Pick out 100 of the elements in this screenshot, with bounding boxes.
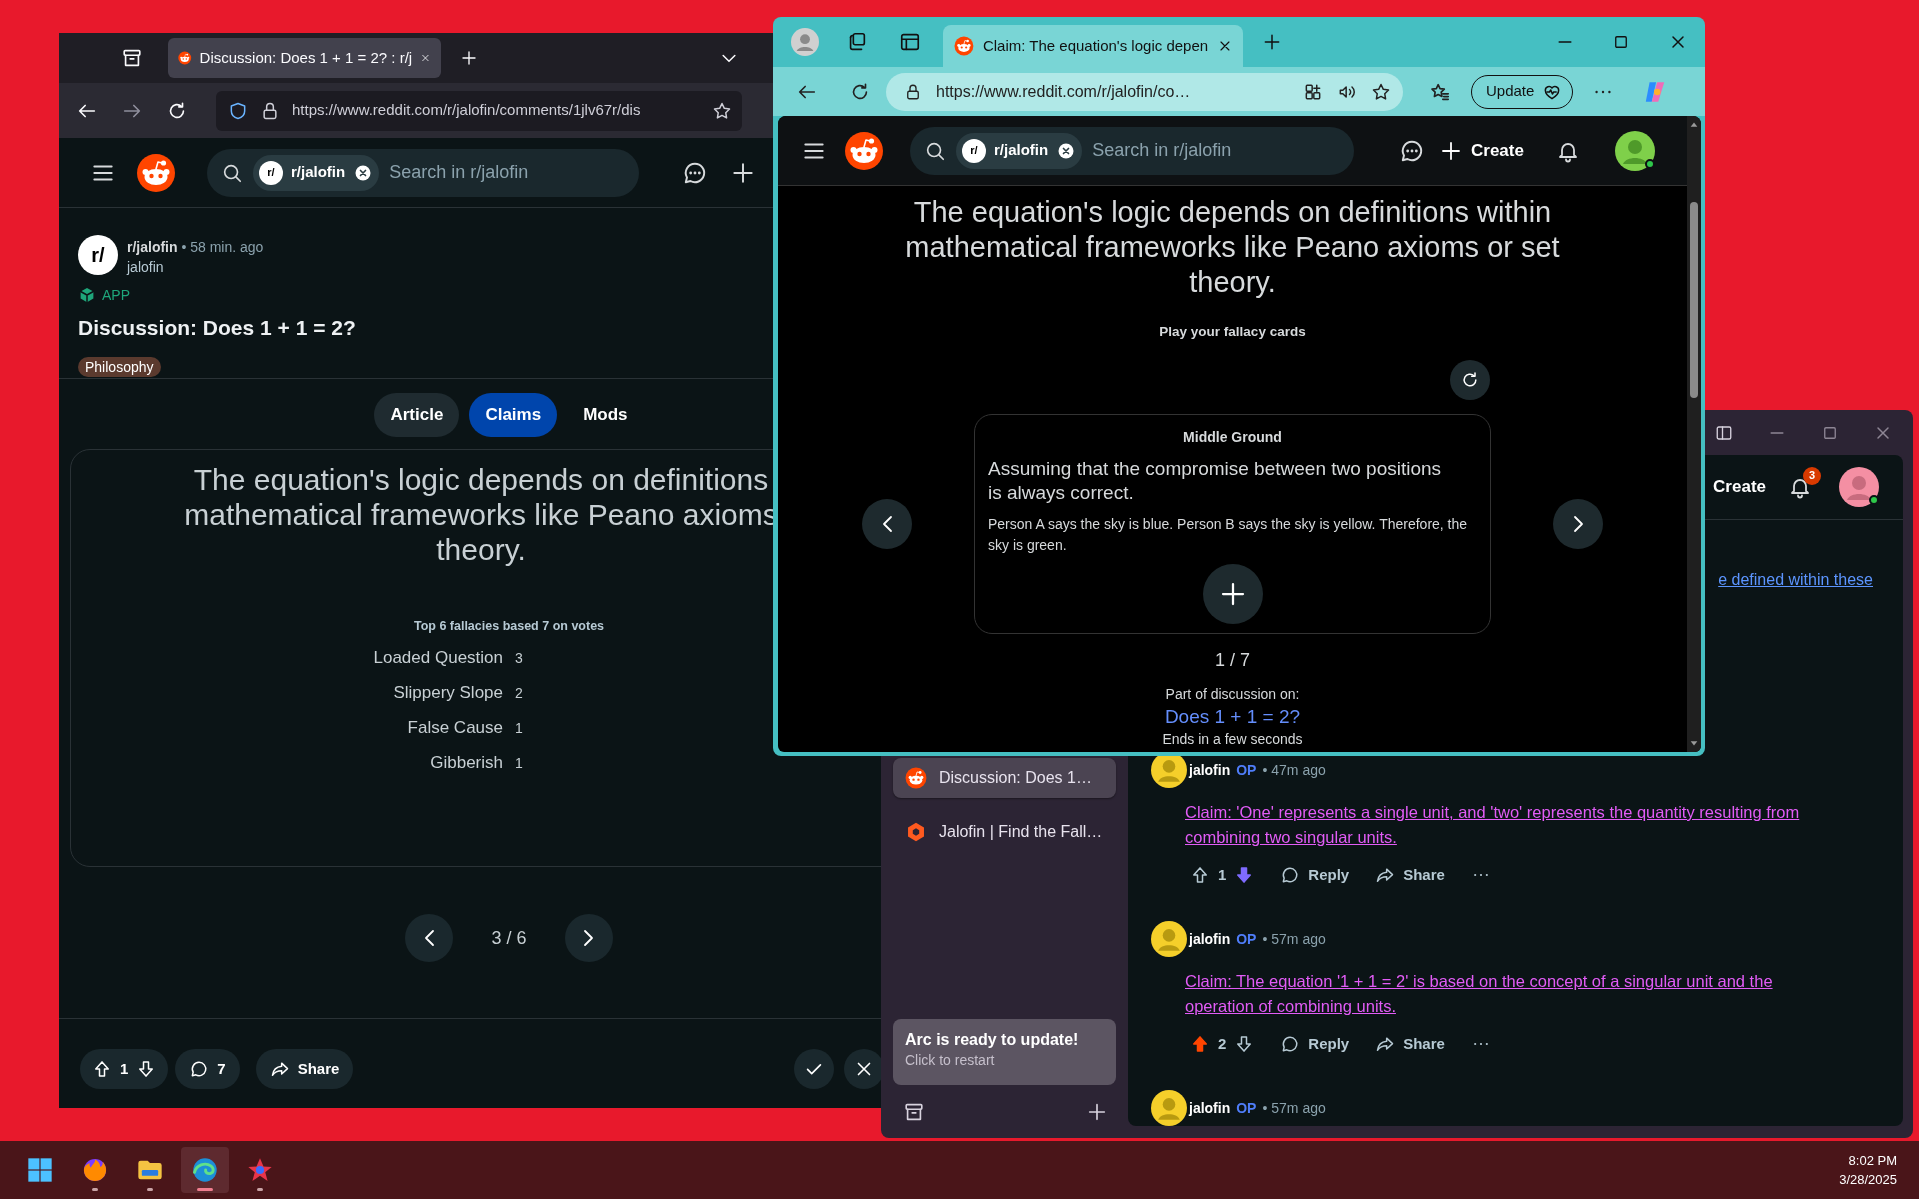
update-title: Arc is ready to update! xyxy=(905,1030,1080,1050)
view-tab[interactable]: Mods xyxy=(567,393,644,437)
hexagon-icon xyxy=(905,821,927,843)
view-tab[interactable]: Claims xyxy=(469,393,558,437)
refresh-button[interactable] xyxy=(1450,360,1490,401)
discussion-label: Part of discussion on: xyxy=(1164,685,1301,705)
vote-count: 1 xyxy=(120,1058,129,1079)
community-avatar: r/ xyxy=(259,160,283,185)
create-button[interactable]: Create xyxy=(1713,474,1766,500)
clock-date: 3/28/2025 xyxy=(1839,1171,1897,1189)
upvote-icon[interactable] xyxy=(92,1059,112,1079)
mascot-logo[interactable] xyxy=(844,130,884,171)
fallacy-count: 3 xyxy=(515,648,523,668)
bookmark-star-icon[interactable] xyxy=(712,100,732,121)
flair-tag[interactable]: Philosophy xyxy=(78,357,161,377)
prompt-text: Play your fallacy cards xyxy=(1158,323,1307,341)
reply-button[interactable]: Reply xyxy=(1280,1032,1350,1056)
mascot-logo[interactable] xyxy=(136,152,176,193)
online-dot xyxy=(1869,495,1879,505)
fallacy-count: 2 xyxy=(515,683,523,703)
new-tab-icon[interactable] xyxy=(1086,1101,1108,1123)
author-name[interactable]: jalofin xyxy=(1189,928,1231,950)
author-name[interactable]: jalofin xyxy=(1189,1097,1231,1119)
author-name[interactable]: jalofin xyxy=(127,257,264,277)
upvote-icon[interactable] xyxy=(1190,865,1210,885)
scroll-down-icon[interactable] xyxy=(1689,738,1699,748)
archive-icon[interactable] xyxy=(903,1101,925,1123)
tab-list-icon[interactable] xyxy=(121,47,143,69)
community-chip[interactable]: r/ r/jalofin xyxy=(253,154,380,191)
fallacy-count: 1 xyxy=(515,753,523,773)
app-label: APP xyxy=(102,285,130,305)
fallacy-name: Slippery Slope xyxy=(393,681,503,704)
share-button[interactable]: Share xyxy=(1375,863,1445,887)
new-tab-icon[interactable] xyxy=(1262,32,1282,52)
update-card[interactable]: Arc is ready to update! Click to restart xyxy=(893,1019,1116,1085)
scroll-up-icon[interactable] xyxy=(1689,120,1699,130)
fallacy-name: Gibberish xyxy=(430,751,503,774)
shield-icon xyxy=(228,100,248,121)
maximize-icon[interactable] xyxy=(1612,33,1630,51)
comments-button[interactable]: 7 xyxy=(175,1049,240,1089)
scrollbar-thumb[interactable] xyxy=(1690,202,1698,398)
post-title: Discussion: Does 1 + 1 = 2? xyxy=(78,315,357,341)
fallacy-example: Person A says the sky is blue. Person B says the sky is yellow. Therefore, the sky is green. xyxy=(988,515,1469,556)
remove-button[interactable] xyxy=(844,1049,884,1089)
create-button[interactable]: Create xyxy=(1439,137,1524,164)
page-indicator: 3 / 6 xyxy=(491,926,527,950)
claim-link[interactable]: e defined within these xyxy=(1718,571,1873,588)
community-avatar: r/ xyxy=(962,138,986,163)
address-bar[interactable]: https://www.reddit.com/r/jalofin/co… xyxy=(886,72,1403,111)
user-avatar[interactable] xyxy=(1151,921,1187,957)
community-avatar[interactable]: r/ xyxy=(78,235,118,275)
sidebar-tab[interactable]: Jalofin | Find the Fall… xyxy=(893,812,1116,852)
share-icon xyxy=(269,1059,290,1079)
fallacy-name: Loaded Question xyxy=(373,646,503,669)
sidebar-toggle-icon[interactable] xyxy=(1715,423,1733,442)
user-avatar[interactable] xyxy=(1151,1090,1187,1126)
search-field[interactable]: r/ r/jalofin Search in r/jalofin xyxy=(207,148,639,197)
vote-count: 1 xyxy=(1218,864,1227,885)
sidebar-tab[interactable]: Discussion: Does 1… xyxy=(893,758,1116,798)
view-tab[interactable]: Article xyxy=(374,393,460,437)
browser-tab[interactable]: Discussion: Does 1 + 1 = 2? : r/j xyxy=(168,38,441,78)
scrollbar[interactable] xyxy=(1687,116,1701,752)
op-label: OP xyxy=(1236,1098,1257,1118)
author-name[interactable]: jalofin xyxy=(1189,759,1231,781)
address-bar[interactable]: https://www.reddit.com/r/jalofin/comments/1jlv67r/dis xyxy=(216,90,742,131)
fallacies-heading: Top 6 fallacies based 7 on votes xyxy=(412,618,606,635)
search-field[interactable]: r/ r/jalofin Search in r/jalofin xyxy=(910,126,1354,175)
community-name[interactable]: r/jalofin xyxy=(127,239,178,255)
clock-time: 8:02 PM xyxy=(1847,1152,1897,1170)
deadline-text: Ends in a few seconds xyxy=(1161,730,1304,750)
chevron-right-icon xyxy=(583,929,594,947)
claim-text: theory. xyxy=(435,532,527,567)
online-dot xyxy=(1644,158,1655,169)
op-label: OP xyxy=(1236,760,1257,780)
user-avatar[interactable] xyxy=(1614,130,1655,171)
vertical-tabs-icon[interactable] xyxy=(899,31,921,53)
new-tab-icon[interactable] xyxy=(460,49,478,67)
favorite-star-icon[interactable] xyxy=(1371,81,1391,102)
taskbar-button[interactable] xyxy=(181,1147,229,1193)
claim-link[interactable]: Claim: 'One' represents a single unit, and 'two' represents the quantity resulting from combining two singular units. xyxy=(1185,800,1825,850)
discussion-link[interactable]: Does 1 + 1 = 2? xyxy=(778,705,1687,730)
start-grid-icon xyxy=(26,1156,54,1184)
notification-badge: 3 xyxy=(1803,466,1821,485)
reply-button[interactable]: Reply xyxy=(1280,863,1350,887)
user-avatar[interactable] xyxy=(1839,467,1879,507)
chevron-right-icon xyxy=(1572,515,1584,534)
share-button[interactable]: Share xyxy=(255,1049,354,1089)
share-button[interactable]: Share xyxy=(1375,1032,1445,1056)
post-time: • 58 min. ago xyxy=(181,239,264,255)
lock-icon xyxy=(260,100,280,121)
claim-text: The equation's logic depends on definitions within mathematical frameworks like Peano axioms or set theory. xyxy=(904,195,1561,300)
browser-tab[interactable]: Claim: The equation's logic depen xyxy=(943,25,1243,67)
chevron-left-icon xyxy=(881,515,893,534)
claim-link[interactable]: Claim: The equation '1 + 1 = 2' is based on the concept of a singular unit and the operation of combining units. xyxy=(1185,969,1825,1019)
approve-button[interactable] xyxy=(794,1049,834,1089)
card-title: Middle Ground xyxy=(1182,428,1283,448)
community-chip[interactable]: r/ r/jalofin xyxy=(956,132,1083,169)
update-subtitle: Click to restart xyxy=(905,1051,996,1069)
favicon-icon[interactable] xyxy=(905,767,927,789)
vote-count: 2 xyxy=(1218,1033,1227,1054)
